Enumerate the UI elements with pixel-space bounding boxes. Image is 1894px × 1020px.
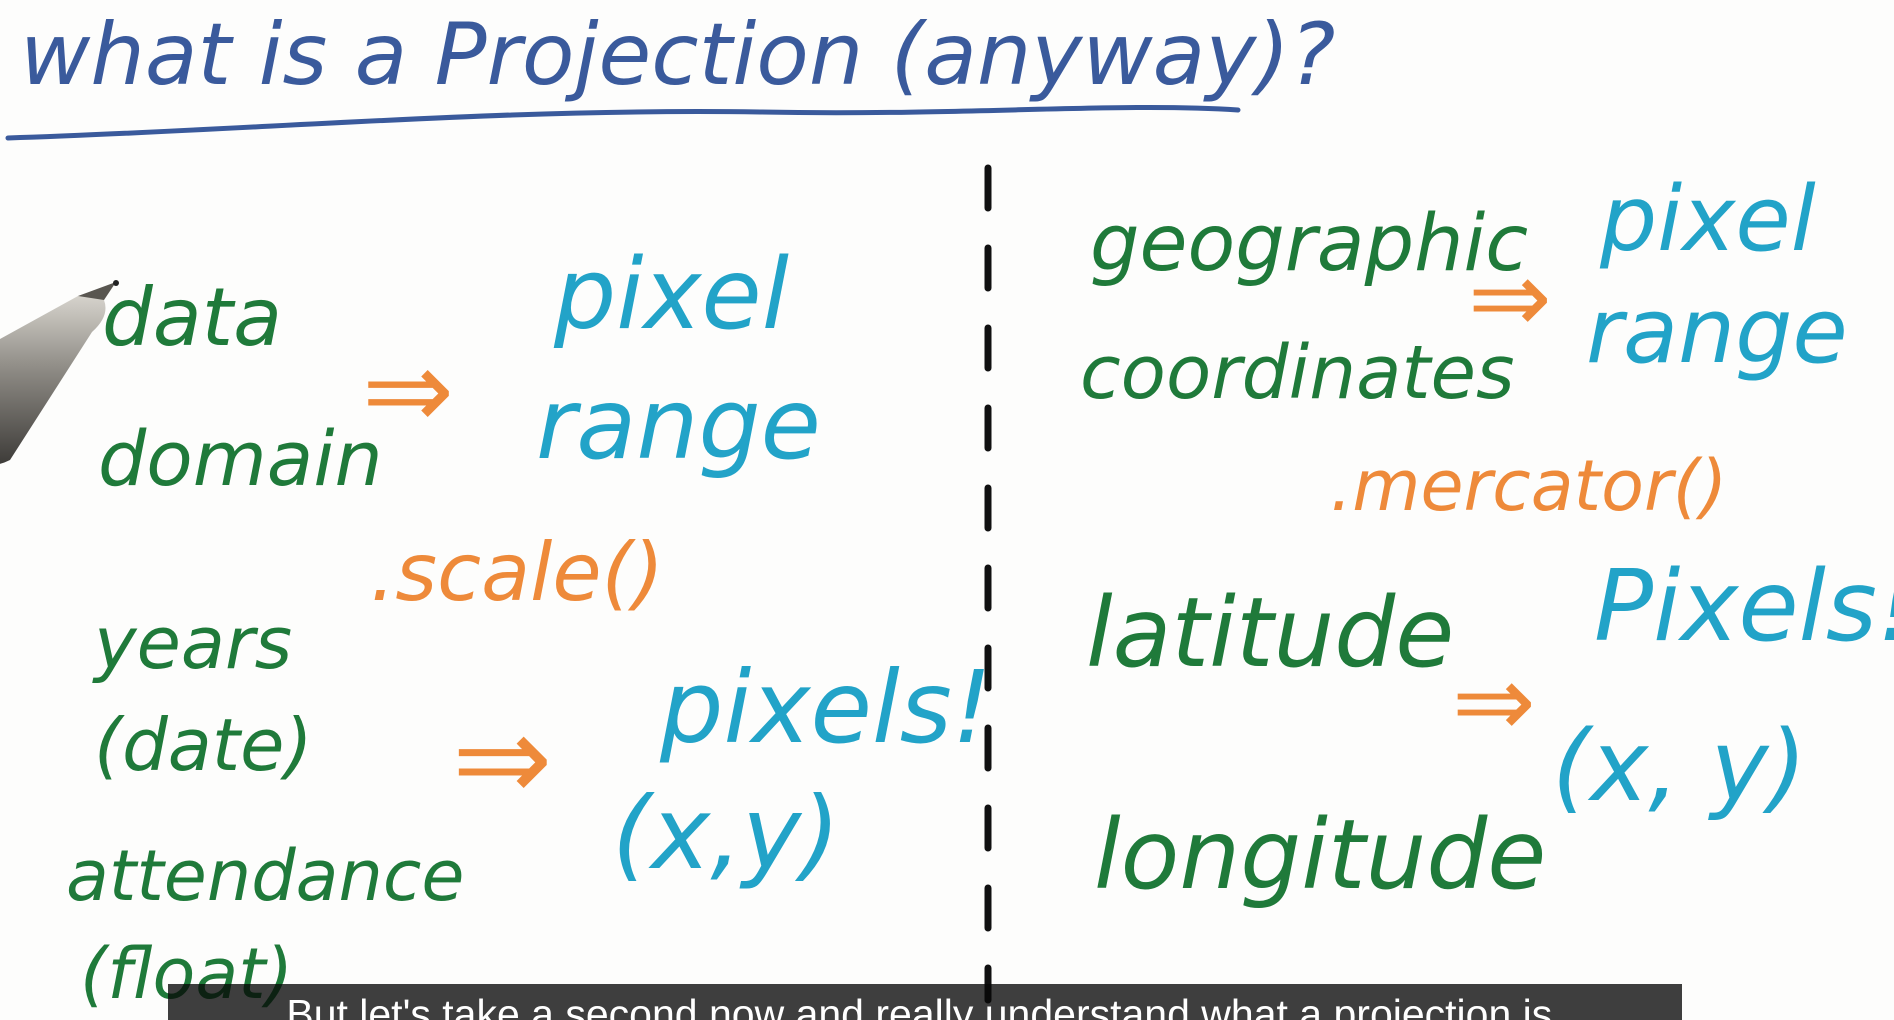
right-target-line1: pixel <box>1599 167 1816 272</box>
left-method: .scale() <box>370 526 664 619</box>
right-source-line2: coordinates <box>1080 330 1515 416</box>
left-target-line2: range <box>536 368 821 482</box>
right-method: .mercator() <box>1330 445 1727 527</box>
left-result-line2: (x,y) <box>612 775 840 892</box>
whiteboard-title: what is a Projection (anyway)? <box>20 5 1335 105</box>
left-target-line1: pixel <box>553 238 789 352</box>
title-underline <box>5 104 1241 141</box>
right-target-line2: range <box>1586 279 1848 384</box>
right-source-line1: geographic <box>1090 199 1528 289</box>
left-source-line2: domain <box>98 414 383 503</box>
right-result-line2: (x, y) <box>1552 710 1807 824</box>
left-example2-line1: attendance <box>66 835 464 917</box>
caption-bar: But let's take a second now and really u… <box>168 984 1682 1020</box>
left-result-line1: pixels! <box>659 649 992 766</box>
right-result-arrow: ⇒ <box>1452 643 1536 760</box>
left-arrow: ⇒ <box>362 326 454 454</box>
right-example2: longitude <box>1094 799 1546 911</box>
left-source-line1: data <box>102 271 282 364</box>
left-result-arrow: ⇒ <box>452 690 553 829</box>
video-frame[interactable]: what is a Projection (anyway)? data doma… <box>0 0 1894 1020</box>
left-example1-line2: (date) <box>94 703 313 787</box>
caption-text: But let's take a second now and really u… <box>286 991 1564 1020</box>
left-example1-line1: years <box>92 601 292 685</box>
right-result-line1: Pixels! <box>1594 550 1894 664</box>
right-arrow: ⇒ <box>1468 239 1552 356</box>
right-example1: latitude <box>1086 577 1454 689</box>
whiteboard: what is a Projection (anyway)? data doma… <box>0 5 1894 1015</box>
